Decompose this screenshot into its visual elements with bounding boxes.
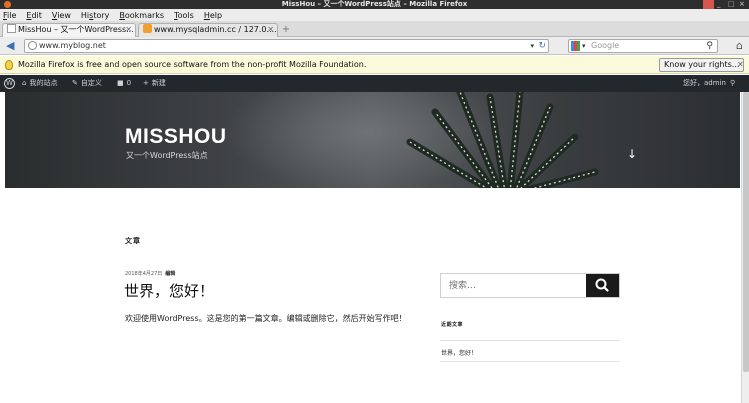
posts-heading: 文章: [125, 237, 141, 245]
window-titlebar: MissHou – 又一个WordPress站点 – Mozilla Firef…: [0, 0, 749, 9]
search-widget: [440, 273, 620, 298]
search-icon[interactable]: ⚲: [706, 40, 713, 52]
admin-new-link[interactable]: + 新建: [143, 75, 166, 92]
succulent-image: [225, 92, 599, 188]
search-placeholder: Google: [591, 41, 620, 50]
url-dropdown-icon[interactable]: ▾: [530, 40, 534, 52]
globe-icon: [28, 41, 37, 50]
phpmyadmin-icon: [143, 24, 152, 33]
post-meta: 2018年4月27日 编辑: [125, 270, 175, 277]
google-icon[interactable]: [571, 41, 580, 51]
menu-view[interactable]: View: [52, 11, 71, 20]
admin-customize-link[interactable]: ✎ 自定义: [72, 75, 102, 92]
brush-icon: ✎: [72, 79, 78, 87]
plus-icon: +: [143, 79, 149, 87]
menu-history[interactable]: History: [81, 11, 109, 20]
admin-site-link[interactable]: ⌂ 我的站点: [22, 75, 57, 92]
menu-bookmarks[interactable]: Bookmarks: [119, 11, 164, 20]
scrollbar-thumb[interactable]: [743, 92, 749, 372]
menu-tools[interactable]: Tools: [174, 11, 194, 20]
back-button[interactable]: ◀: [6, 40, 18, 52]
vertical-scrollbar[interactable]: [741, 92, 749, 403]
window-title: MissHou – 又一个WordPress站点 – Mozilla Firef…: [281, 0, 468, 8]
lightbulb-icon: [5, 60, 13, 70]
tab-close-icon[interactable]: ✕: [125, 24, 132, 36]
search-bar[interactable]: ▾ Google ⚲: [568, 39, 718, 53]
url-bar[interactable]: www.myblog.net ▾ ↻: [24, 39, 549, 53]
menu-edit[interactable]: Edit: [26, 11, 42, 20]
menu-file[interactable]: File: [3, 11, 16, 20]
tab-misshou[interactable]: MissHou – 又一个WordPress... ✕: [2, 23, 136, 37]
page-icon: [7, 24, 16, 33]
recent-posts-heading: 近期文章: [441, 322, 464, 328]
close-button[interactable]: ×: [739, 0, 745, 9]
post-body: 欢迎使用WordPress。这是您的第一篇文章。编辑或删除它，然后开始写作吧！: [125, 314, 407, 323]
tab-mysqladmin[interactable]: www.mysqladmin.cc / 127.0.... ✕: [138, 23, 278, 37]
post-title[interactable]: 世界，您好！: [124, 280, 214, 301]
notification-text: Mozilla Firefox is free and open source …: [18, 60, 367, 69]
home-icon[interactable]: ⌂: [736, 39, 743, 52]
divider: [440, 340, 620, 341]
notification-bar: Mozilla Firefox is free and open source …: [0, 56, 749, 74]
firefox-icon: [4, 1, 11, 8]
site-title[interactable]: MISSHOU: [125, 125, 227, 149]
maximize-button[interactable]: □: [728, 0, 735, 9]
minimize-button[interactable]: _: [717, 0, 721, 9]
admin-search-icon[interactable]: ⚲: [730, 75, 735, 92]
home-icon: ⌂: [22, 79, 27, 87]
navigation-bar: ◀ www.myblog.net ▾ ↻ ▾ Google ⚲ ⌂: [0, 37, 749, 55]
window-close-button[interactable]: [703, 0, 714, 9]
wp-admin-bar: W ⌂ 我的站点 ✎ 自定义 ■ 0 + 新建 您好，admin ⚲: [0, 75, 749, 92]
search-icon: [595, 278, 609, 292]
reload-icon[interactable]: ↻: [538, 40, 546, 52]
admin-comments-link[interactable]: ■ 0: [117, 75, 131, 92]
recent-post-link[interactable]: 世界，您好！: [441, 348, 477, 357]
url-text: www.myblog.net: [39, 41, 106, 50]
notification-close-icon[interactable]: ✕: [737, 56, 744, 74]
menu-bar: File Edit View History Bookmarks Tools H…: [0, 9, 749, 21]
header-image: MISSHOU 又一个WordPress站点 ↓: [5, 92, 740, 188]
scroll-down-icon[interactable]: ↓: [627, 147, 637, 161]
know-your-rights-button[interactable]: Know your rights...: [659, 58, 745, 72]
tab-close-icon[interactable]: ✕: [267, 24, 274, 36]
divider: [440, 361, 620, 362]
post-date[interactable]: 2018年4月27日: [125, 271, 162, 277]
admin-greeting[interactable]: 您好，admin: [683, 75, 726, 92]
menu-help[interactable]: Help: [204, 11, 222, 20]
new-tab-button[interactable]: +: [280, 24, 292, 35]
edit-link[interactable]: 编辑: [165, 271, 175, 277]
tab-strip: MissHou – 又一个WordPress... ✕ www.mysqladm…: [0, 21, 749, 37]
site-description: 又一个WordPress站点: [126, 151, 208, 160]
search-input[interactable]: [441, 274, 586, 297]
engine-dropdown-icon[interactable]: ▾: [582, 40, 586, 52]
search-button[interactable]: [586, 274, 619, 297]
comment-icon: ■: [117, 79, 124, 87]
wordpress-logo-icon[interactable]: W: [4, 78, 15, 89]
